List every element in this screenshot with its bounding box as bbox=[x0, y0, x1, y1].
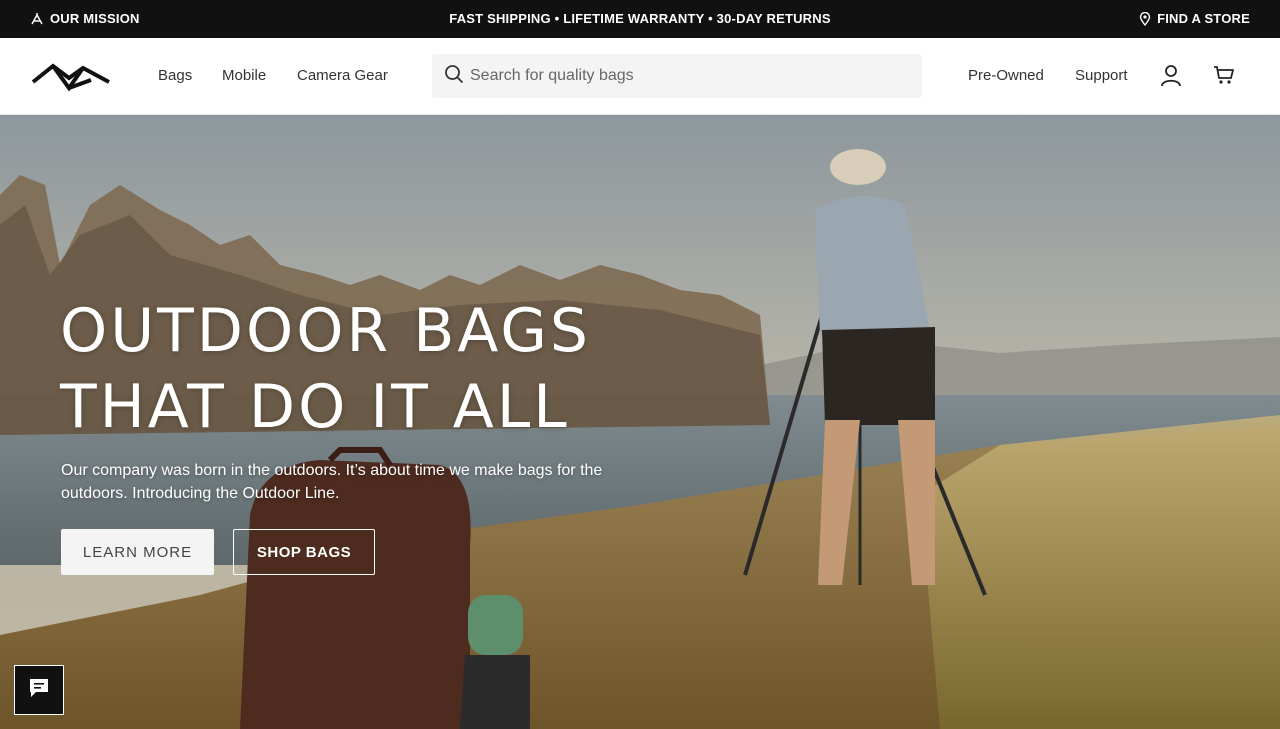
cart-icon[interactable] bbox=[1213, 64, 1235, 91]
location-pin-icon bbox=[1139, 11, 1151, 26]
site-header: Bags Mobile Camera Gear Pre-Owned Suppor… bbox=[0, 38, 1280, 115]
promo-text: FAST SHIPPING • LIFETIME WARRANTY • 30-D… bbox=[449, 11, 831, 26]
find-a-store-label: FIND A STORE bbox=[1157, 11, 1250, 26]
announcement-bar: OUR MISSION FAST SHIPPING • LIFETIME WAR… bbox=[0, 0, 1280, 38]
search-input[interactable] bbox=[470, 67, 910, 85]
find-a-store-link[interactable]: FIND A STORE bbox=[1139, 11, 1250, 26]
chat-button[interactable] bbox=[14, 665, 64, 715]
our-mission-link[interactable]: OUR MISSION bbox=[30, 11, 140, 26]
user-icon[interactable] bbox=[1160, 64, 1182, 93]
nav-pre-owned[interactable]: Pre-Owned bbox=[968, 67, 1044, 84]
search-bar[interactable] bbox=[432, 54, 922, 98]
our-mission-label: OUR MISSION bbox=[50, 11, 140, 26]
nav-mobile[interactable]: Mobile bbox=[222, 67, 266, 84]
brand-logo[interactable] bbox=[31, 58, 111, 94]
hero-subcopy-line-1: Our company was born in the outdoors. It… bbox=[61, 462, 603, 479]
nav-camera-gear[interactable]: Camera Gear bbox=[297, 67, 388, 84]
chat-icon bbox=[28, 677, 50, 704]
hero-headline-line-2: THAT DO IT ALL bbox=[60, 372, 570, 442]
hero-banner: OUTDOOR BAGS THAT DO IT ALL Our company … bbox=[0, 115, 1280, 729]
nav-bags[interactable]: Bags bbox=[158, 67, 192, 84]
hero-subcopy: Our company was born in the outdoors. It… bbox=[61, 459, 621, 505]
mission-icon bbox=[30, 12, 44, 26]
hero-subcopy-line-2: outdoors. Introducing the Outdoor Line. bbox=[61, 485, 340, 502]
shop-bags-button[interactable]: SHOP BAGS bbox=[233, 529, 375, 575]
hero-headline-line-1: OUTDOOR BAGS bbox=[60, 296, 591, 366]
nav-support[interactable]: Support bbox=[1075, 67, 1128, 84]
search-icon[interactable] bbox=[444, 64, 464, 89]
hero-headline: OUTDOOR BAGS THAT DO IT ALL bbox=[60, 293, 591, 445]
learn-more-button[interactable]: LEARN MORE bbox=[61, 529, 214, 575]
